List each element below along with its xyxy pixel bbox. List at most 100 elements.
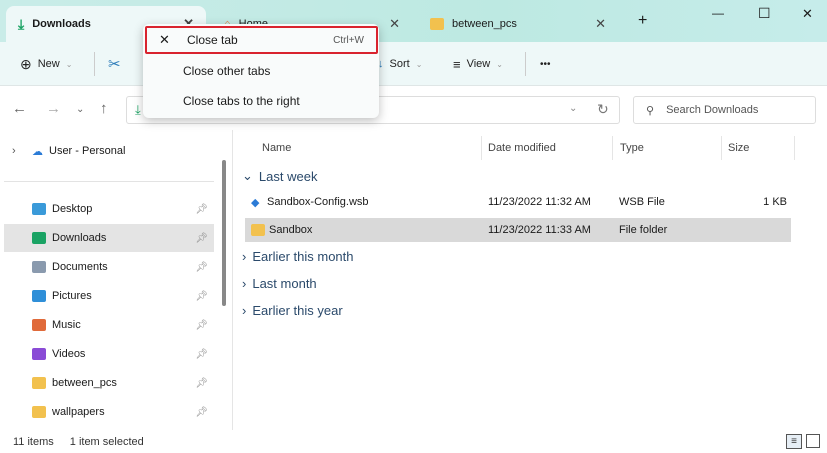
folder-icon [32, 406, 46, 418]
group-earlier-this-year[interactable]: › Earlier this year [242, 303, 343, 318]
view-label: View [466, 58, 491, 70]
sidebar-item-desktop[interactable]: Desktop 📌︎ [4, 195, 214, 223]
close-tab-icon[interactable]: ✕ [595, 16, 606, 32]
download-icon: ⤓ [18, 15, 25, 32]
divider [525, 52, 526, 76]
folder-icon [430, 18, 444, 30]
sidebar-label: Documents [52, 261, 108, 273]
sidebar-scrollbar[interactable] [222, 160, 226, 306]
address-dropdown-icon[interactable]: ⌄ [569, 103, 577, 114]
more-options-button[interactable]: ••• [540, 42, 551, 86]
divider [94, 52, 95, 76]
expand-chevron-icon[interactable]: › [12, 145, 16, 157]
pin-icon[interactable]: 📌︎ [195, 204, 208, 215]
pin-icon[interactable]: 📌︎ [195, 262, 208, 273]
sidebar-item-downloads[interactable]: Downloads 📌︎ [4, 224, 214, 252]
chevron-down-icon: ⌄ [65, 59, 73, 69]
chevron-right-icon: › [242, 276, 247, 291]
sidebar-label: wallpapers [52, 406, 105, 418]
group-label: Last month [252, 276, 317, 291]
sidebar-item-videos[interactable]: Videos 📌︎ [4, 340, 214, 368]
tiles-view-button[interactable] [806, 434, 820, 448]
pin-icon[interactable]: 📌︎ [195, 349, 208, 360]
close-tab-icon[interactable]: ✕ [389, 16, 400, 32]
music-icon [32, 319, 46, 331]
group-last-month[interactable]: › Last month [242, 276, 317, 291]
menu-label: Close tab [187, 33, 238, 47]
forward-button[interactable]: → [46, 100, 61, 117]
menu-label: Close other tabs [183, 64, 271, 78]
sidebar-item-onedrive[interactable]: ☁ User - Personal [32, 145, 125, 158]
sidebar-label: Videos [52, 348, 86, 360]
item-count: 11 items [13, 435, 54, 448]
column-header-date[interactable]: Date modified [488, 142, 556, 154]
plus-circle-icon: ⊕ [20, 55, 32, 72]
sidebar-item-wallpapers[interactable]: wallpapers 📌︎ [4, 398, 214, 426]
details-view-button[interactable]: ≡ [786, 434, 802, 449]
pin-icon[interactable]: 📌︎ [195, 233, 208, 244]
chevron-down-icon: ⌄ [496, 59, 503, 69]
pictures-icon [32, 290, 46, 302]
group-last-week[interactable]: ⌄ Last week [242, 168, 317, 184]
column-header-name[interactable]: Name [262, 142, 291, 154]
file-date: 11/23/2022 11:32 AM [488, 196, 591, 208]
group-earlier-this-month[interactable]: › Earlier this month [242, 249, 354, 264]
tab-between-pcs[interactable]: between_pcs ✕ [418, 6, 618, 42]
pin-icon[interactable]: 📌︎ [195, 320, 208, 331]
sidebar-label: Music [52, 319, 81, 331]
file-name: Sandbox-Config.wsb [267, 196, 369, 208]
chevron-right-icon: › [242, 249, 247, 264]
group-label: Earlier this month [252, 249, 354, 264]
sort-button[interactable]: ↓ Sort ⌄ [378, 42, 422, 86]
file-row-selected[interactable]: Sandbox 11/23/2022 11:33 AM File folder [245, 218, 791, 242]
search-box[interactable]: ⚲ Search Downloads [633, 96, 816, 124]
selection-count: 1 item selected [69, 435, 144, 448]
menu-item-close-tabs-right[interactable]: Close tabs to the right [143, 87, 379, 115]
refresh-icon[interactable]: ↻ [597, 101, 609, 118]
maximize-button[interactable]: ☐ [758, 5, 771, 22]
up-button[interactable]: ↑ [100, 100, 108, 117]
pin-icon[interactable]: 📌︎ [195, 291, 208, 302]
file-row[interactable]: ◆ Sandbox-Config.wsb 11/23/2022 11:32 AM… [245, 190, 791, 214]
pin-icon[interactable]: 📌︎ [195, 378, 208, 389]
status-bar: 11 items 1 item selected ≡ [0, 430, 827, 453]
pin-icon[interactable]: 📌︎ [195, 407, 208, 418]
sidebar-item-music[interactable]: Music 📌︎ [4, 311, 214, 339]
divider [4, 181, 214, 182]
scissors-icon: ✂ [108, 56, 121, 73]
tab-label: between_pcs [452, 18, 517, 30]
back-button[interactable]: ← [12, 100, 27, 117]
sidebar-item-documents[interactable]: Documents 📌︎ [4, 253, 214, 281]
cloud-icon: ☁ [32, 146, 43, 158]
sidebar-item-pictures[interactable]: Pictures 📌︎ [4, 282, 214, 310]
tab-context-menu: ✕ Close tab Ctrl+W Close other tabs Clos… [143, 24, 379, 118]
divider [481, 136, 482, 160]
chevron-down-icon: ⌄ [242, 168, 253, 183]
menu-label: Close tabs to the right [183, 94, 300, 108]
recent-dropdown-icon[interactable]: ⌄ [76, 104, 84, 115]
divider [612, 136, 613, 160]
minimize-button[interactable]: — [712, 6, 724, 20]
wsb-file-icon: ◆ [251, 196, 260, 209]
file-name: Sandbox [269, 224, 313, 236]
column-header-type[interactable]: Type [620, 142, 644, 154]
divider [721, 136, 722, 160]
menu-item-close-tab[interactable]: ✕ Close tab Ctrl+W [145, 26, 378, 54]
videos-icon [32, 348, 46, 360]
sidebar-item-between-pcs[interactable]: between_pcs 📌︎ [4, 369, 214, 397]
new-tab-button[interactable]: + [638, 12, 647, 30]
cut-button[interactable]: ✂ [108, 42, 121, 86]
close-window-button[interactable]: ✕ [802, 6, 813, 22]
sidebar-label: Pictures [52, 290, 92, 302]
group-label: Earlier this year [252, 303, 343, 318]
column-header-size[interactable]: Size [728, 142, 749, 154]
view-button[interactable]: ≡ View ⌄ [453, 42, 503, 86]
sidebar-label: Desktop [52, 203, 93, 215]
file-date: 11/23/2022 11:33 AM [488, 224, 591, 236]
menu-item-close-other-tabs[interactable]: Close other tabs [143, 57, 379, 85]
pane-divider[interactable] [232, 130, 233, 430]
new-button[interactable]: ⊕ New ⌄ [20, 42, 72, 86]
downloads-icon [32, 232, 46, 244]
shortcut-label: Ctrl+W [333, 34, 364, 46]
search-icon: ⚲ [646, 104, 655, 117]
